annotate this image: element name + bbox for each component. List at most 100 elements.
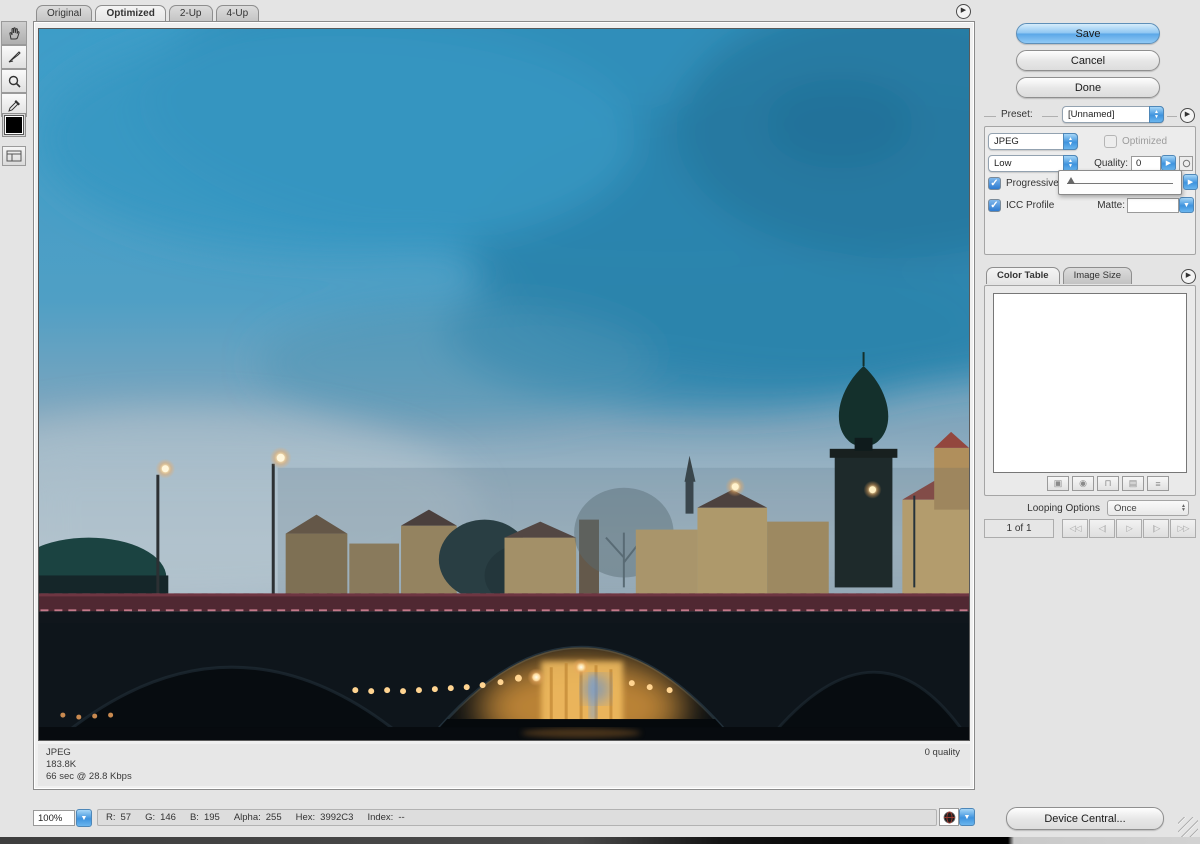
cancel-button[interactable]: Cancel (1016, 50, 1160, 71)
color-table-buttons: ▣ ◉ ⊓ ▤ ≡ (1047, 476, 1169, 491)
slices-visibility-icon (6, 150, 22, 162)
b-value: 195 (204, 812, 220, 823)
format-dropdown[interactable]: JPEG ▲▼ (988, 133, 1078, 150)
zoom-level-field[interactable]: 100% (33, 810, 75, 826)
b-label: B: (190, 812, 199, 823)
slider-popup-arrow-button[interactable]: ▶ (1183, 174, 1198, 190)
info-format: JPEG (46, 747, 962, 759)
delete-color-icon: ≡ (1155, 479, 1160, 489)
lock-color-button[interactable]: ⊓ (1097, 476, 1119, 491)
optimized-label: Optimized (1122, 136, 1167, 147)
quality-label: Quality: (1085, 158, 1128, 169)
optimize-info: JPEG 183.8K 66 sec @ 28.8 Kbps 0 quality (38, 744, 970, 786)
tab-optimized[interactable]: Optimized (95, 5, 165, 22)
play-button[interactable]: ▷ (1116, 519, 1142, 538)
tab-2up[interactable]: 2-Up (169, 5, 213, 22)
new-color-button[interactable]: ▤ (1122, 476, 1144, 491)
alpha-label: Alpha: (234, 812, 261, 823)
last-frame-icon: ▷▷ (1177, 523, 1188, 534)
browser-dropdown-button[interactable]: ▼ (959, 808, 975, 826)
optimized-checkbox[interactable]: ✓ (1104, 135, 1117, 148)
slice-select-tool[interactable] (1, 45, 27, 69)
playback-controls: ◁◁ ◁| ▷ |▷ ▷▷ (1062, 519, 1196, 538)
last-frame-button[interactable]: ▷▷ (1170, 519, 1196, 538)
quality-channel-mask-button[interactable] (1179, 156, 1193, 171)
info-file-size: 183.8K (46, 759, 962, 771)
first-frame-button[interactable]: ◁◁ (1062, 519, 1088, 538)
g-label: G: (145, 812, 155, 823)
info-download-time: 66 sec @ 28.8 Kbps (46, 771, 962, 783)
snap-to-web-palette-button[interactable]: ▣ (1047, 476, 1069, 491)
eyedropper-icon (7, 98, 22, 113)
optimized-preview-image[interactable] (38, 28, 970, 741)
color-readout: R:57 G:146 B:195 Alpha:255 Hex:3992C3 In… (97, 809, 937, 826)
looping-dropdown[interactable]: Once ▲▼ (1107, 500, 1189, 516)
frame-counter: 1 of 1 (984, 519, 1054, 538)
tab-color-table[interactable]: Color Table (986, 267, 1060, 284)
hand-tool[interactable] (1, 21, 27, 45)
progressive-label: Progressive (1006, 178, 1059, 189)
preview-menu-button[interactable]: ▶ (956, 4, 971, 19)
web-shift-button[interactable]: ◉ (1072, 476, 1094, 491)
compression-value: Low (994, 158, 1011, 169)
preset-menu-button[interactable]: ▶ (1180, 108, 1195, 123)
first-frame-icon: ◁◁ (1069, 523, 1080, 534)
progressive-checkbox[interactable]: ✓ (988, 177, 1001, 190)
preset-value: [Unnamed] (1068, 109, 1114, 120)
info-quality-note: 0 quality (925, 747, 960, 759)
snap-to-web-palette-icon: ▣ (1054, 478, 1063, 489)
r-value: 57 (121, 812, 132, 823)
magnifier-icon (7, 74, 22, 89)
quality-slider-track[interactable] (1067, 183, 1173, 184)
looping-options-label: Looping Options (1008, 503, 1100, 514)
panel-tabs: Color Table Image Size (986, 267, 1135, 284)
hand-icon (7, 26, 22, 41)
index-label: Index: (367, 812, 393, 823)
alpha-value: 255 (266, 812, 282, 823)
quality-slider-popup (1058, 170, 1182, 195)
new-color-icon: ▤ (1129, 478, 1138, 489)
lock-color-icon: ⊓ (1104, 478, 1111, 489)
eyedropper-color-well[interactable] (2, 113, 26, 137)
preview-in-browser-button[interactable] (939, 808, 959, 826)
preset-label: Preset: (1001, 109, 1033, 120)
save-for-web-dialog: Original Optimized 2-Up 4-Up ▶ (0, 0, 1200, 844)
color-table-menu-button[interactable]: ▶ (1181, 269, 1196, 284)
matte-field[interactable] (1127, 198, 1179, 213)
matte-dropdown-button[interactable]: ▼ (1179, 197, 1194, 213)
r-label: R: (106, 812, 116, 823)
icc-profile-checkbox[interactable]: ✓ (988, 199, 1001, 212)
device-central-button[interactable]: Device Central... (1006, 807, 1164, 830)
zoom-dropdown-button[interactable]: ▼ (76, 809, 92, 827)
next-frame-icon: |▷ (1153, 523, 1160, 534)
tab-image-size[interactable]: Image Size (1063, 267, 1133, 284)
done-button[interactable]: Done (1016, 77, 1160, 98)
delete-color-button[interactable]: ≡ (1147, 476, 1169, 491)
save-button[interactable]: Save (1016, 23, 1160, 44)
stepper-icon: ▲▼ (1181, 501, 1186, 515)
quality-slider-thumb[interactable] (1067, 177, 1075, 184)
browser-globe-icon (943, 811, 956, 824)
quality-slider-button[interactable]: ▶ (1161, 155, 1176, 171)
play-icon: ▷ (1126, 523, 1132, 534)
view-tabs: Original Optimized 2-Up 4-Up (36, 5, 262, 22)
previous-frame-button[interactable]: ◁| (1089, 519, 1115, 538)
window-bottom-edge (0, 837, 1200, 844)
color-table-panel: ▣ ◉ ⊓ ▤ ≡ (984, 285, 1196, 496)
quality-field[interactable]: 0 (1131, 156, 1161, 171)
tab-4up[interactable]: 4-Up (216, 5, 260, 22)
tab-original[interactable]: Original (36, 5, 92, 22)
zoom-tool[interactable] (1, 69, 27, 93)
divider (984, 116, 996, 117)
toggle-slices-visibility-button[interactable] (2, 146, 26, 166)
previous-frame-icon: ◁| (1099, 523, 1106, 534)
resize-grip[interactable] (1178, 817, 1198, 837)
next-frame-button[interactable]: |▷ (1143, 519, 1169, 538)
prague-bridge-photo (39, 29, 969, 740)
color-table-swatches[interactable] (993, 293, 1187, 473)
preset-dropdown[interactable]: [Unnamed] ▲▼ (1062, 106, 1164, 123)
stepper-icon: ▲▼ (1063, 133, 1078, 150)
matte-label: Matte: (1085, 200, 1125, 211)
g-value: 146 (160, 812, 176, 823)
web-shift-icon: ◉ (1079, 478, 1087, 489)
